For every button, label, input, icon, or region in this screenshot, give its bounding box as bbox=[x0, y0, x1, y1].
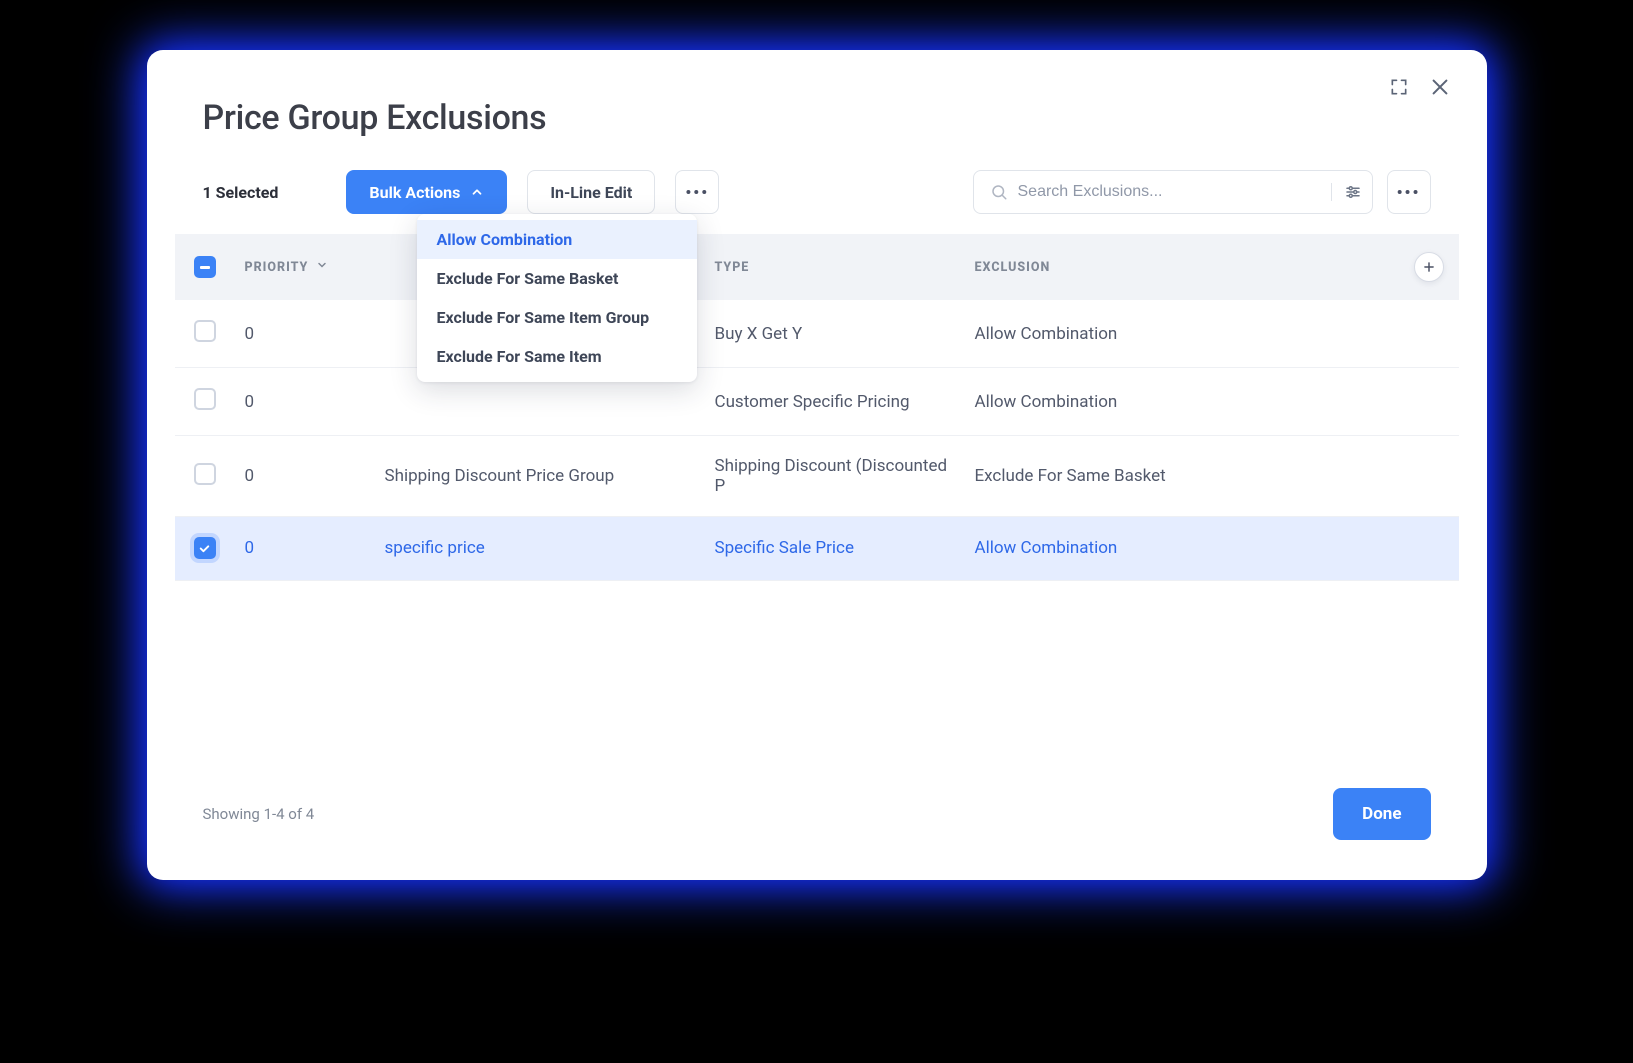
cell-type: Shipping Discount (Discounted P bbox=[705, 436, 965, 517]
search-input[interactable] bbox=[1008, 183, 1323, 201]
row-checkbox[interactable] bbox=[194, 320, 216, 342]
cell-type: Buy X Get Y bbox=[705, 300, 965, 368]
more-icon: ••• bbox=[1397, 183, 1421, 202]
column-priority-label: Priority bbox=[245, 260, 309, 275]
cell-exclusion: Allow Combination bbox=[965, 368, 1399, 436]
search-box bbox=[973, 170, 1373, 214]
modal-header: Price Group Exclusions bbox=[147, 50, 1487, 170]
cell-type: Customer Specific Pricing bbox=[705, 368, 965, 436]
table-row[interactable]: 0 Customer Specific PricingAllow Combinat… bbox=[175, 368, 1459, 436]
bulk-actions-dropdown: Allow Combination Exclude For Same Baske… bbox=[417, 214, 697, 382]
chevron-up-icon bbox=[470, 185, 484, 199]
more-actions-button[interactable]: ••• bbox=[675, 170, 719, 214]
dropdown-item-allow-combination[interactable]: Allow Combination bbox=[417, 220, 697, 259]
dropdown-item-exclude-same-basket[interactable]: Exclude For Same Basket bbox=[417, 259, 697, 298]
column-add bbox=[1399, 234, 1459, 300]
select-all-checkbox[interactable] bbox=[194, 256, 216, 278]
more-icon: ••• bbox=[685, 183, 709, 202]
modal-title: Price Group Exclusions bbox=[203, 98, 1431, 138]
table-row[interactable]: 0 Buy X Get YAllow Combination bbox=[175, 300, 1459, 368]
cell-group: Shipping Discount Price Group bbox=[375, 436, 705, 517]
exclusions-table: Priority Type Exclusion 0Buy X G bbox=[175, 234, 1459, 581]
cell-priority: 0 bbox=[235, 436, 375, 517]
fullscreen-icon[interactable] bbox=[1389, 77, 1409, 97]
dropdown-item-exclude-same-item[interactable]: Exclude For Same Item bbox=[417, 337, 697, 376]
column-priority[interactable]: Priority bbox=[235, 234, 375, 300]
bulk-actions-label: Bulk Actions bbox=[369, 183, 460, 202]
cell-type: Specific Sale Price bbox=[705, 517, 965, 581]
toolbar: 1 Selected Bulk Actions In-Line Edit •••… bbox=[147, 170, 1487, 234]
modal-top-controls bbox=[1389, 76, 1451, 98]
chevron-down-icon bbox=[316, 259, 328, 271]
cell-exclusion: Exclude For Same Basket bbox=[965, 436, 1399, 517]
column-select-all bbox=[175, 234, 235, 300]
table-header: Priority Type Exclusion bbox=[175, 234, 1459, 300]
column-type[interactable]: Type bbox=[705, 234, 965, 300]
inline-edit-label: In-Line Edit bbox=[550, 183, 632, 202]
cell-priority: 0 bbox=[235, 300, 375, 368]
cell-priority: 0 bbox=[235, 368, 375, 436]
row-checkbox[interactable] bbox=[194, 388, 216, 410]
inline-edit-button[interactable]: In-Line Edit bbox=[527, 170, 655, 214]
table-row[interactable]: 0Shipping Discount Price GroupShipping D… bbox=[175, 436, 1459, 517]
price-group-exclusions-modal: Price Group Exclusions 1 Selected Bulk A… bbox=[147, 50, 1487, 880]
cell-exclusion: Allow Combination bbox=[965, 517, 1399, 581]
cell-exclusion: Allow Combination bbox=[965, 300, 1399, 368]
toolbar-right: ••• bbox=[973, 170, 1431, 214]
bulk-actions-button[interactable]: Bulk Actions bbox=[346, 170, 507, 214]
modal-footer: Showing 1-4 of 4 Done bbox=[147, 766, 1487, 880]
filter-icon[interactable] bbox=[1331, 183, 1362, 201]
done-label: Done bbox=[1362, 804, 1401, 824]
column-exclusion[interactable]: Exclusion bbox=[965, 234, 1399, 300]
cell-priority: 0 bbox=[235, 517, 375, 581]
pagination-text: Showing 1-4 of 4 bbox=[203, 805, 315, 823]
exclusions-table-wrap: Priority Type Exclusion 0Buy X G bbox=[147, 234, 1487, 766]
table-more-button[interactable]: ••• bbox=[1387, 170, 1431, 214]
selection-count: 1 Selected bbox=[203, 183, 279, 202]
done-button[interactable]: Done bbox=[1333, 788, 1430, 840]
row-checkbox[interactable] bbox=[194, 463, 216, 485]
dropdown-item-exclude-same-item-group[interactable]: Exclude For Same Item Group bbox=[417, 298, 697, 337]
cell-group: specific price bbox=[375, 517, 705, 581]
table-body: 0Buy X Get YAllow Combination0Customer S… bbox=[175, 300, 1459, 580]
row-checkbox[interactable] bbox=[194, 537, 216, 559]
add-row-button[interactable] bbox=[1414, 252, 1444, 282]
close-icon[interactable] bbox=[1429, 76, 1451, 98]
table-row[interactable]: 0specific priceSpecific Sale PriceAllow … bbox=[175, 517, 1459, 581]
search-icon bbox=[990, 183, 1008, 201]
